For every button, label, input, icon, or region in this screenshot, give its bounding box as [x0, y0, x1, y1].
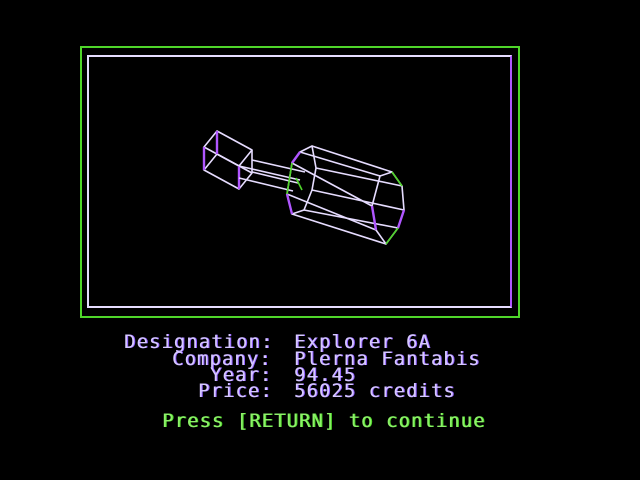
price-row: Price: 56025 credits [124, 380, 640, 402]
price-label: Price: [198, 380, 273, 402]
continue-prompt[interactable]: Press [RETURN] to continue [162, 410, 485, 432]
ship-wireframe-viewport [202, 130, 406, 245]
game-screen: Designation: Explorer 6A Company: Plerna… [0, 0, 640, 480]
ship-wireframe-model [202, 130, 406, 245]
price-value: 56025 credits [294, 380, 456, 402]
ship-main-body [285, 145, 406, 245]
ship-rear-module [202, 130, 253, 190]
